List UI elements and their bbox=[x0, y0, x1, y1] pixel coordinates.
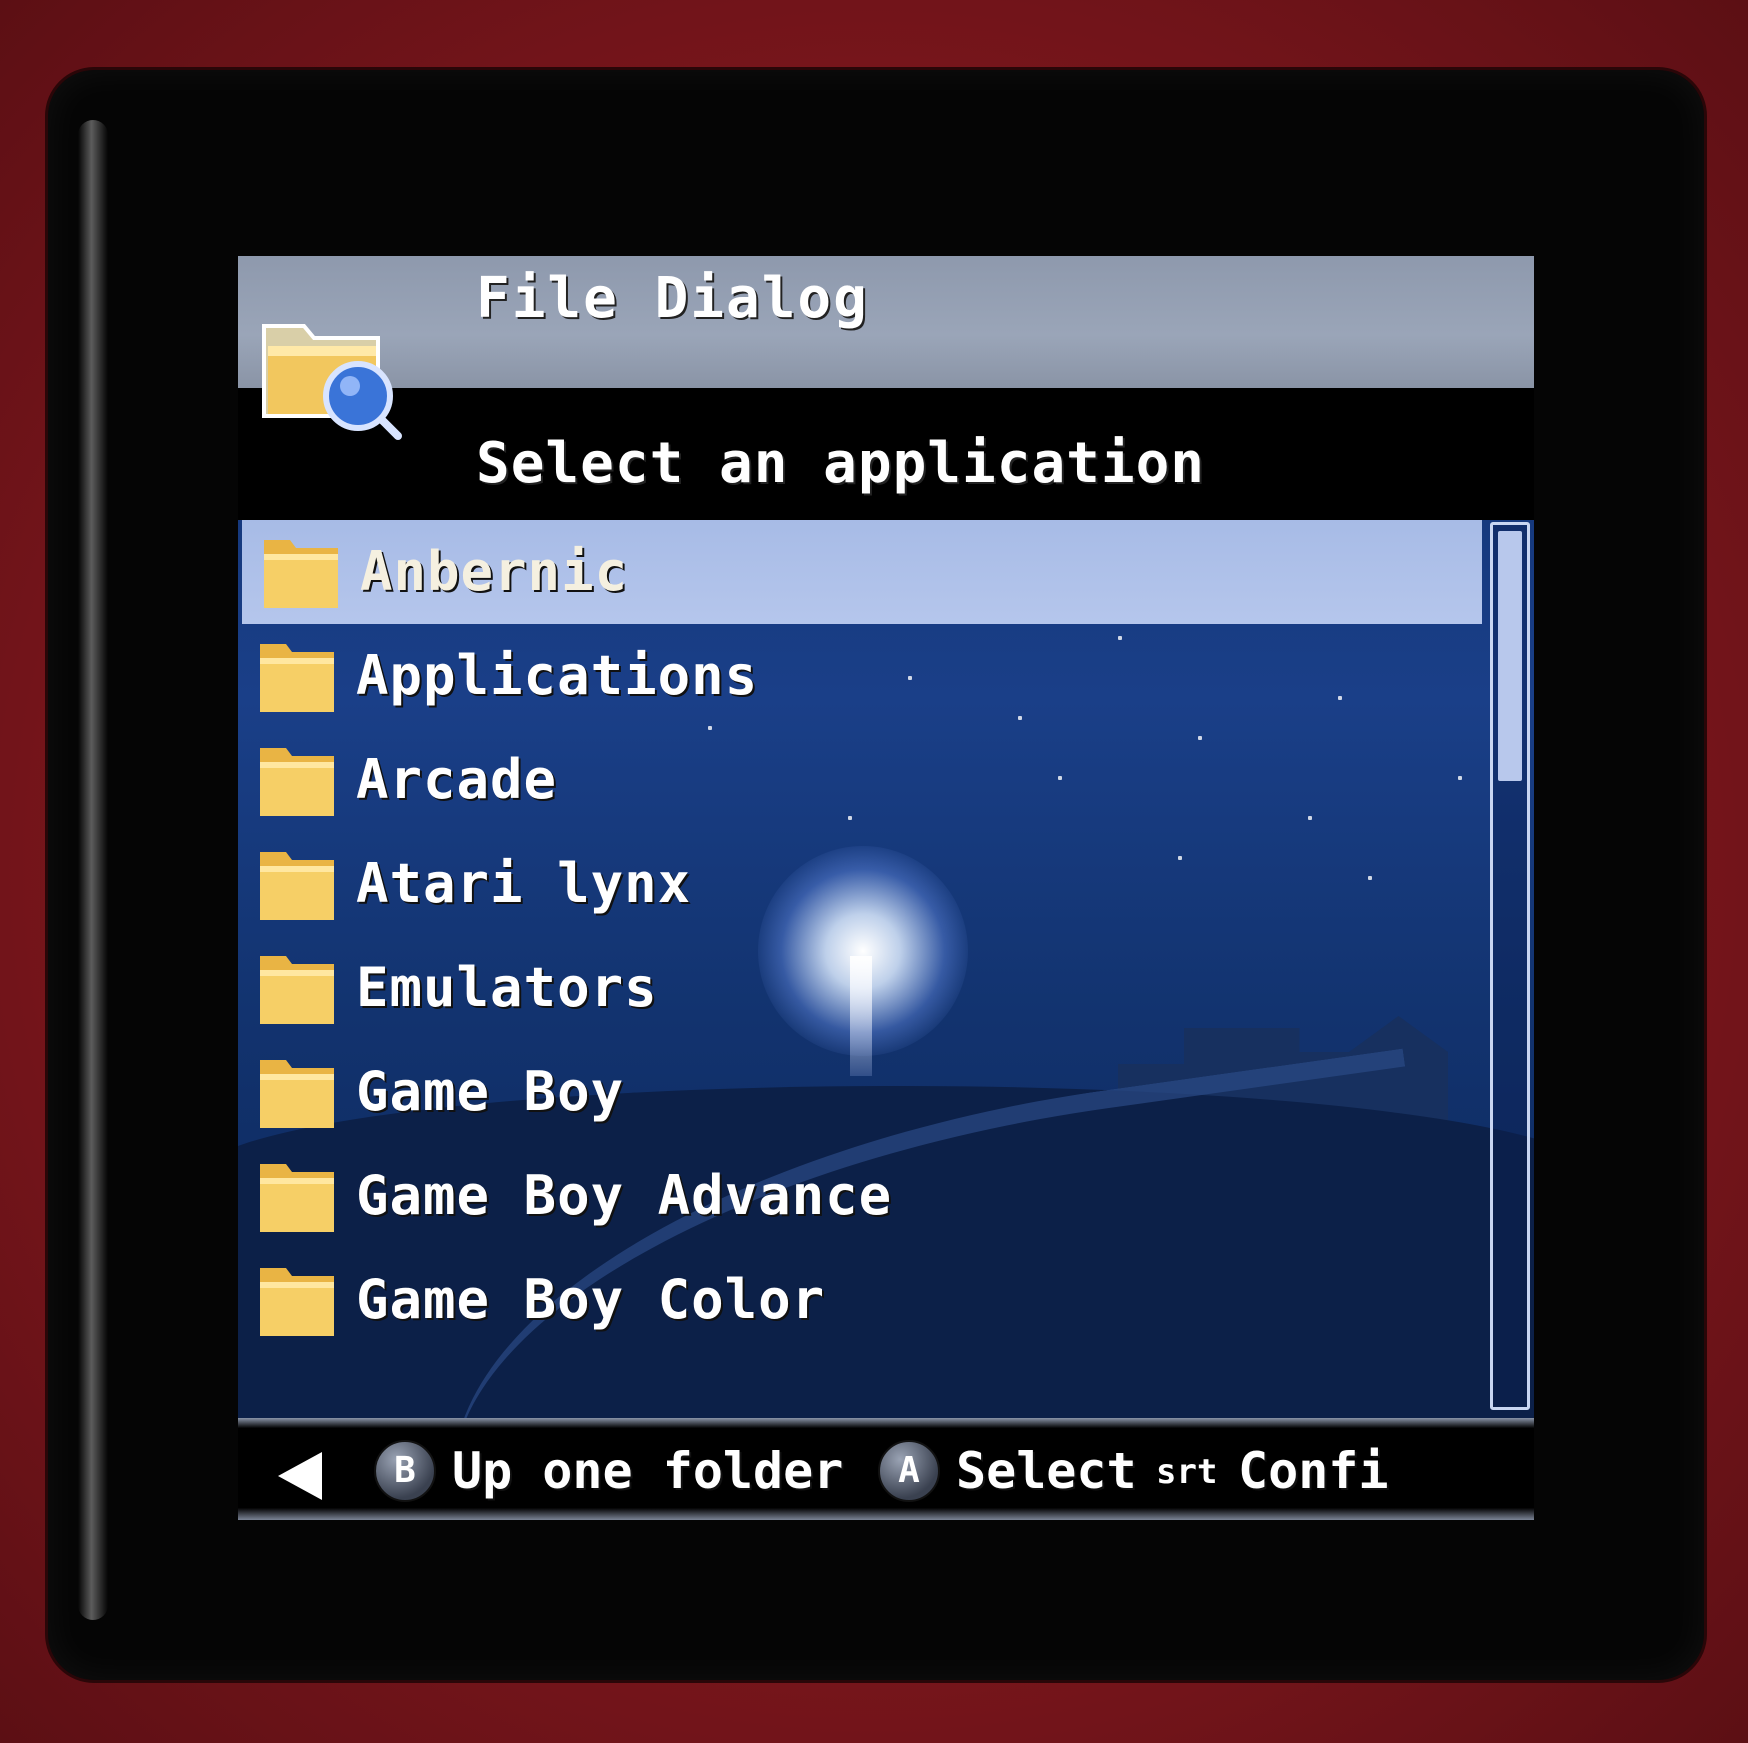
b-button-icon: B bbox=[374, 1440, 436, 1502]
dialog-title: File Dialog bbox=[476, 266, 869, 331]
list-item-applications[interactable]: Applications bbox=[238, 624, 1490, 728]
list-item-label: Atari lynx bbox=[356, 852, 692, 915]
list-item-game-boy[interactable]: Game Boy bbox=[238, 1040, 1490, 1144]
list-item-label: Game Boy bbox=[356, 1060, 625, 1123]
a-button-icon: A bbox=[878, 1440, 940, 1502]
file-list: Anbernic Applications Arcade Atari lynx … bbox=[238, 520, 1490, 1352]
list-item-label: Arcade bbox=[356, 748, 558, 811]
config-hint[interactable]: Confi bbox=[1238, 1442, 1389, 1500]
list-item-game-boy-advance[interactable]: Game Boy Advance bbox=[238, 1144, 1490, 1248]
list-item-anbernic[interactable]: Anbernic bbox=[242, 520, 1482, 624]
start-button-icon: srt bbox=[1156, 1452, 1218, 1492]
folder-icon bbox=[256, 1260, 338, 1340]
folder-icon bbox=[256, 1156, 338, 1236]
list-item-label: Anbernic bbox=[360, 540, 629, 603]
screen: File Dialog Select an application Anbern… bbox=[238, 256, 1534, 1520]
select-hint[interactable]: Select bbox=[956, 1442, 1137, 1500]
device-body: File Dialog Select an application Anbern… bbox=[0, 0, 1748, 1743]
list-item-label: Game Boy Advance bbox=[356, 1164, 893, 1227]
dialog-subtitle: Select an application bbox=[476, 431, 1206, 496]
folder-icon bbox=[256, 844, 338, 924]
header-bar bbox=[238, 256, 1534, 388]
up-one-folder-hint[interactable]: Up one folder bbox=[452, 1442, 843, 1500]
list-item-arcade[interactable]: Arcade bbox=[238, 728, 1490, 832]
list-item-label: Emulators bbox=[356, 956, 658, 1019]
list-item-emulators[interactable]: Emulators bbox=[238, 936, 1490, 1040]
list-scrollbar[interactable] bbox=[1490, 522, 1530, 1410]
scrollbar-thumb[interactable] bbox=[1498, 531, 1522, 781]
list-item-label: Game Boy Color bbox=[356, 1268, 826, 1331]
screen-glare bbox=[78, 120, 108, 1620]
left-arrow-icon[interactable] bbox=[278, 1452, 322, 1500]
folder-search-icon bbox=[258, 296, 406, 444]
list-item-label: Applications bbox=[356, 644, 759, 707]
folder-icon bbox=[256, 636, 338, 716]
list-item-atari-lynx[interactable]: Atari lynx bbox=[238, 832, 1490, 936]
button-hint-bar: B Up one folder A Select srt Confi bbox=[238, 1418, 1534, 1520]
folder-icon bbox=[260, 532, 342, 612]
folder-icon bbox=[256, 1052, 338, 1132]
list-item-game-boy-color[interactable]: Game Boy Color bbox=[238, 1248, 1490, 1352]
folder-icon bbox=[256, 948, 338, 1028]
folder-icon bbox=[256, 740, 338, 820]
